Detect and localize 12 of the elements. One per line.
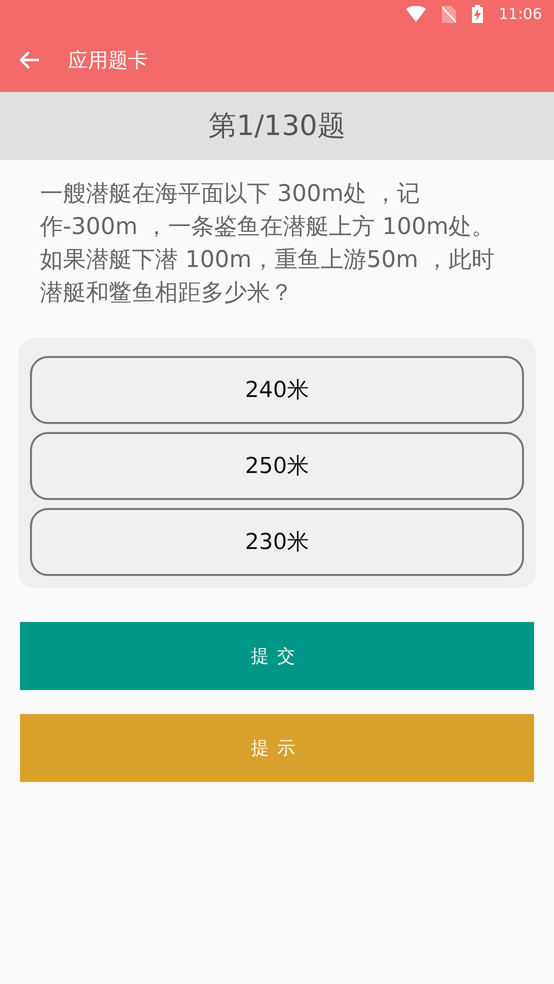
submit-button[interactable]: 提交 — [20, 622, 534, 690]
answer-option[interactable]: 230米 — [30, 508, 524, 576]
question-counter: 第1/130题 — [208, 108, 346, 144]
wifi-icon — [406, 6, 426, 22]
question-text: 一艘潜艇在海平面以下 300m处 ，记作-300m ，一条鉴鱼在潜艇上方 100m处。如果潜艇下潜 100m，重鱼上游50m ，此时潜艇和鳖鱼相距多少米？ — [39, 180, 496, 308]
back-button[interactable] — [20, 51, 40, 69]
answer-option[interactable]: 240米 — [30, 356, 524, 424]
app-bar-title: 应用题卡 — [68, 47, 148, 74]
no-sim-icon — [442, 6, 456, 22]
status-time: 11:06 — [498, 4, 542, 25]
answer-option[interactable]: 250米 — [30, 432, 524, 500]
battery-charging-icon — [472, 5, 483, 23]
